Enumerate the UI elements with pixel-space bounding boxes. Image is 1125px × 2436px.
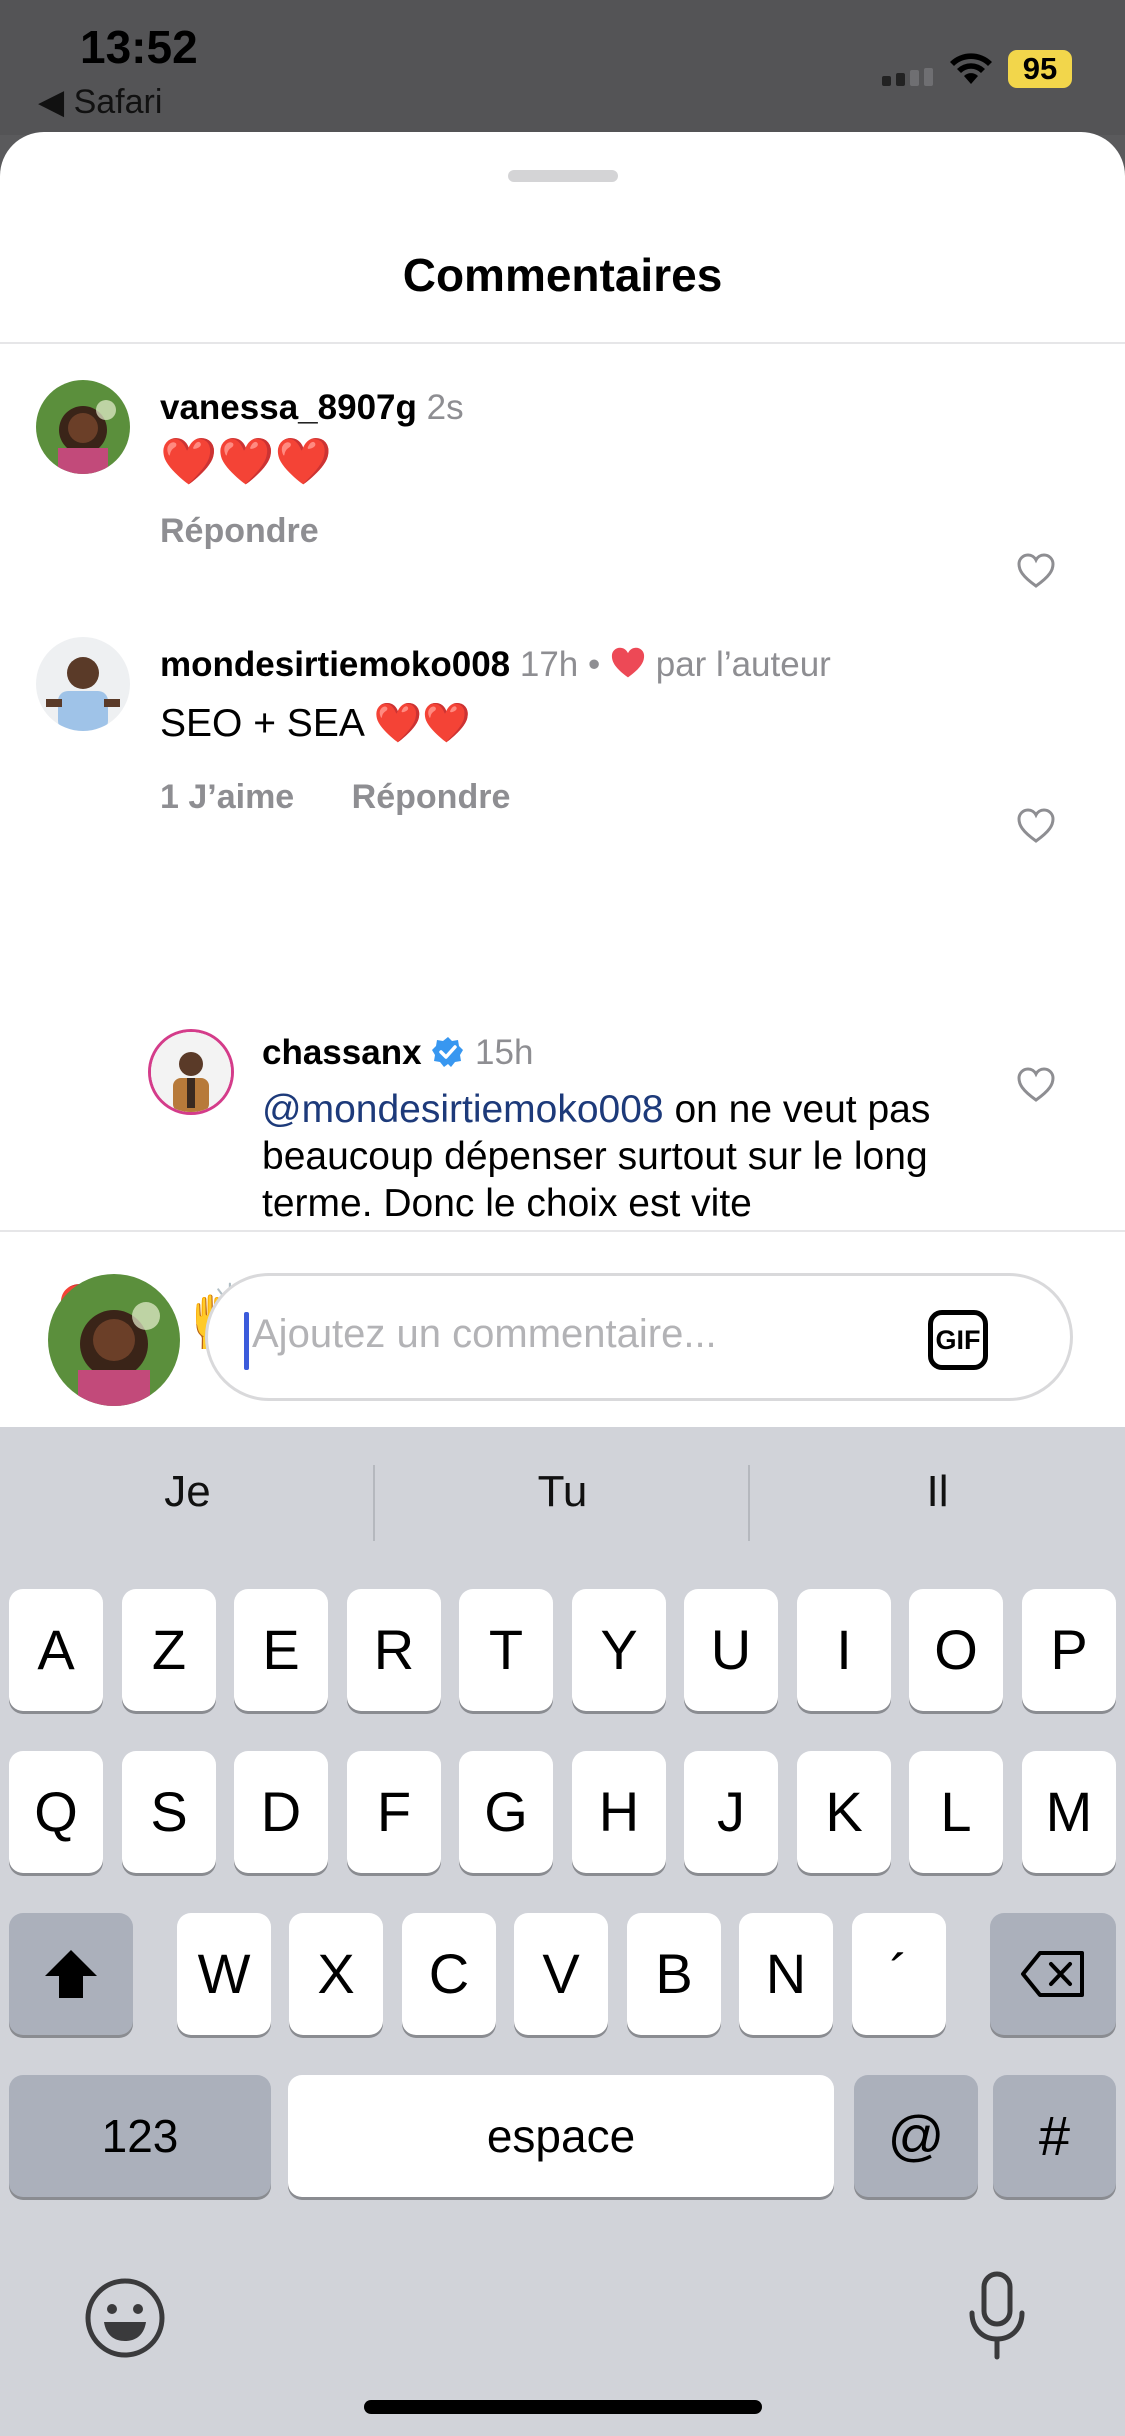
key-p[interactable]: P xyxy=(1022,1589,1116,1711)
hash-key[interactable]: # xyxy=(993,2075,1116,2197)
at-key[interactable]: @ xyxy=(854,2075,978,2197)
key-h[interactable]: H xyxy=(572,1751,666,1873)
comment-actions: 1 J’aime Répondre xyxy=(160,778,558,817)
gif-button[interactable]: GIF xyxy=(928,1310,988,1370)
avatar-story-ring[interactable] xyxy=(148,1029,234,1115)
meta-separator: • xyxy=(588,645,601,684)
comment-username[interactable]: vanessa_8907g xyxy=(160,388,417,427)
sheet-title: Commentaires xyxy=(402,249,723,301)
key-u[interactable]: U xyxy=(684,1589,778,1711)
comment-placeholder: Ajoutez un commentaire... xyxy=(252,1312,717,1356)
avatar-image xyxy=(48,1274,180,1406)
suggestion-1[interactable]: Je xyxy=(0,1467,375,1517)
like-heart-icon[interactable] xyxy=(1016,807,1056,847)
comment-time: 15h xyxy=(475,1033,534,1072)
key-s[interactable]: S xyxy=(122,1751,216,1873)
numbers-key[interactable]: 123 xyxy=(9,2075,271,2197)
key-acute-accent[interactable]: ´ xyxy=(852,1913,946,2035)
back-to-safari-link[interactable]: ◀ Safari xyxy=(38,82,162,122)
avatar[interactable] xyxy=(36,637,130,731)
comment-time: 17h xyxy=(519,645,579,684)
like-heart-icon[interactable] xyxy=(1016,1066,1056,1106)
backspace-icon xyxy=(1021,1951,1084,1997)
status-bar: 13:52 ◀ Safari 95 xyxy=(0,0,1125,135)
reply-button[interactable]: Répondre xyxy=(160,512,319,550)
key-w[interactable]: W xyxy=(177,1913,271,2035)
composer-avatar xyxy=(48,1274,180,1406)
key-v[interactable]: V xyxy=(514,1913,608,2035)
key-d[interactable]: D xyxy=(234,1751,328,1873)
key-l[interactable]: L xyxy=(909,1751,1003,1873)
comment-input[interactable]: Ajoutez un commentaire... GIF xyxy=(205,1273,1073,1401)
suggestion-2[interactable]: Tu xyxy=(375,1467,750,1517)
divider xyxy=(0,1230,1125,1232)
shift-key[interactable] xyxy=(9,1913,133,2035)
comment-time: 2s xyxy=(426,388,464,427)
comment-header: chassanx 15h xyxy=(262,1033,533,1073)
key-g[interactable]: G xyxy=(459,1751,553,1873)
microphone-icon[interactable] xyxy=(966,2271,1028,2363)
key-f[interactable]: F xyxy=(347,1751,441,1873)
comment-text: @mondesirtiemoko008 on ne veut pas beauc… xyxy=(262,1086,982,1227)
key-j[interactable]: J xyxy=(684,1751,778,1873)
reply-button[interactable]: Répondre xyxy=(352,778,511,816)
status-time: 13:52 xyxy=(80,21,198,73)
key-m[interactable]: M xyxy=(1022,1751,1116,1873)
sheet-grabber[interactable] xyxy=(508,170,618,182)
comment-text: SEO + SEA ❤️❤️ xyxy=(160,702,471,745)
like-heart-icon[interactable] xyxy=(1016,552,1056,592)
suggestion-3[interactable]: Il xyxy=(750,1467,1125,1517)
space-key[interactable]: espace xyxy=(288,2075,834,2197)
comment-actions: Répondre xyxy=(160,512,367,551)
comment-list[interactable]: vanessa_8907g 2s ❤️❤️❤️ Répondre mondesi… xyxy=(0,344,1125,1230)
key-t[interactable]: T xyxy=(459,1589,553,1711)
home-indicator[interactable] xyxy=(364,2400,762,2414)
comment-username[interactable]: mondesirtiemoko008 xyxy=(160,645,510,684)
avatar-image xyxy=(36,380,130,474)
key-a[interactable]: A xyxy=(9,1589,103,1711)
text-cursor xyxy=(244,1312,249,1370)
comment-header: vanessa_8907g 2s xyxy=(160,388,464,428)
key-n[interactable]: N xyxy=(739,1913,833,2035)
avatar[interactable] xyxy=(36,380,130,474)
comment-text: ❤️❤️❤️ xyxy=(160,435,332,487)
avatar-image xyxy=(151,1032,231,1112)
verified-badge-icon xyxy=(432,1037,464,1067)
mention-link[interactable]: @mondesirtiemoko008 xyxy=(262,1088,664,1131)
emoji-keyboard-icon[interactable] xyxy=(84,2277,166,2359)
keyboard: Je Tu Il A Z E R T Y U I O P Q S D F G H… xyxy=(0,1427,1125,2436)
key-x[interactable]: X xyxy=(289,1913,383,2035)
key-y[interactable]: Y xyxy=(572,1589,666,1711)
key-i[interactable]: I xyxy=(797,1589,891,1711)
wifi-icon xyxy=(950,53,992,84)
cellular-signal-icon xyxy=(882,68,933,86)
key-e[interactable]: E xyxy=(234,1589,328,1711)
shift-arrow-icon xyxy=(45,1950,97,1998)
key-r[interactable]: R xyxy=(347,1589,441,1711)
key-c[interactable]: C xyxy=(402,1913,496,2035)
avatar-image xyxy=(36,637,130,731)
author-liked-heart-icon xyxy=(611,647,645,678)
backspace-key[interactable] xyxy=(990,1913,1116,2035)
comment-username[interactable]: chassanx xyxy=(262,1033,422,1072)
key-z[interactable]: Z xyxy=(122,1589,216,1711)
comments-sheet: Commentaires vanessa_8907g 2s ❤️❤️❤️ Rép… xyxy=(0,132,1125,1427)
comment-header: mondesirtiemoko008 17h • par l’auteur xyxy=(160,645,831,685)
key-k[interactable]: K xyxy=(797,1751,891,1873)
author-like-label: par l’auteur xyxy=(655,645,831,684)
key-b[interactable]: B xyxy=(627,1913,721,2035)
likes-count[interactable]: 1 J’aime xyxy=(160,778,294,816)
key-o[interactable]: O xyxy=(909,1589,1003,1711)
key-q[interactable]: Q xyxy=(9,1751,103,1873)
battery-level: 95 xyxy=(1008,50,1072,88)
